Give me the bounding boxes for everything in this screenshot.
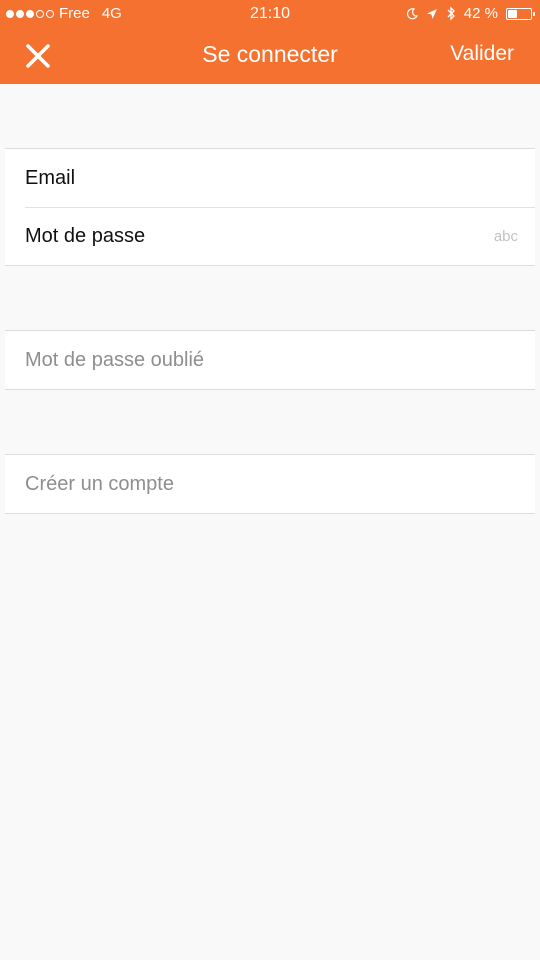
navigation-bar: Se connecter Valider <box>0 28 540 84</box>
status-right: 42 % <box>406 5 535 22</box>
content: Email Mot de passe abc Mot de passe oubl… <box>5 84 535 960</box>
keyboard-mode-hint: abc <box>493 227 518 245</box>
status-bar: Free 4G 21:10 42 % <box>0 0 540 28</box>
email-row[interactable]: Email <box>5 149 535 207</box>
credentials-group: Email Mot de passe abc <box>5 148 535 266</box>
forgot-password-group: Mot de passe oublié <box>5 330 535 390</box>
create-account-label: Créer un compte <box>25 472 174 495</box>
create-account-group: Créer un compte <box>5 454 535 514</box>
password-row[interactable]: Mot de passe abc <box>5 207 535 265</box>
email-label: Email <box>25 166 76 189</box>
password-field[interactable] <box>185 221 475 251</box>
create-account-link[interactable]: Créer un compte <box>5 455 535 513</box>
battery-percentage: 42 % <box>463 5 498 22</box>
password-label: Mot de passe <box>25 224 146 247</box>
header: Free 4G 21:10 42 % Se connecter Valider <box>0 0 540 84</box>
login-screen: Free 4G 21:10 42 % Se connecter Valider … <box>0 0 540 960</box>
email-field[interactable] <box>185 163 475 193</box>
validate-button[interactable]: Valider <box>450 42 514 66</box>
location-arrow-icon <box>426 8 438 20</box>
battery-fill <box>508 9 517 18</box>
forgot-password-link[interactable]: Mot de passe oublié <box>5 331 535 389</box>
moon-icon <box>406 7 418 20</box>
forgot-password-label: Mot de passe oublié <box>25 348 205 371</box>
battery-icon <box>506 7 535 20</box>
bluetooth-icon <box>446 6 456 21</box>
